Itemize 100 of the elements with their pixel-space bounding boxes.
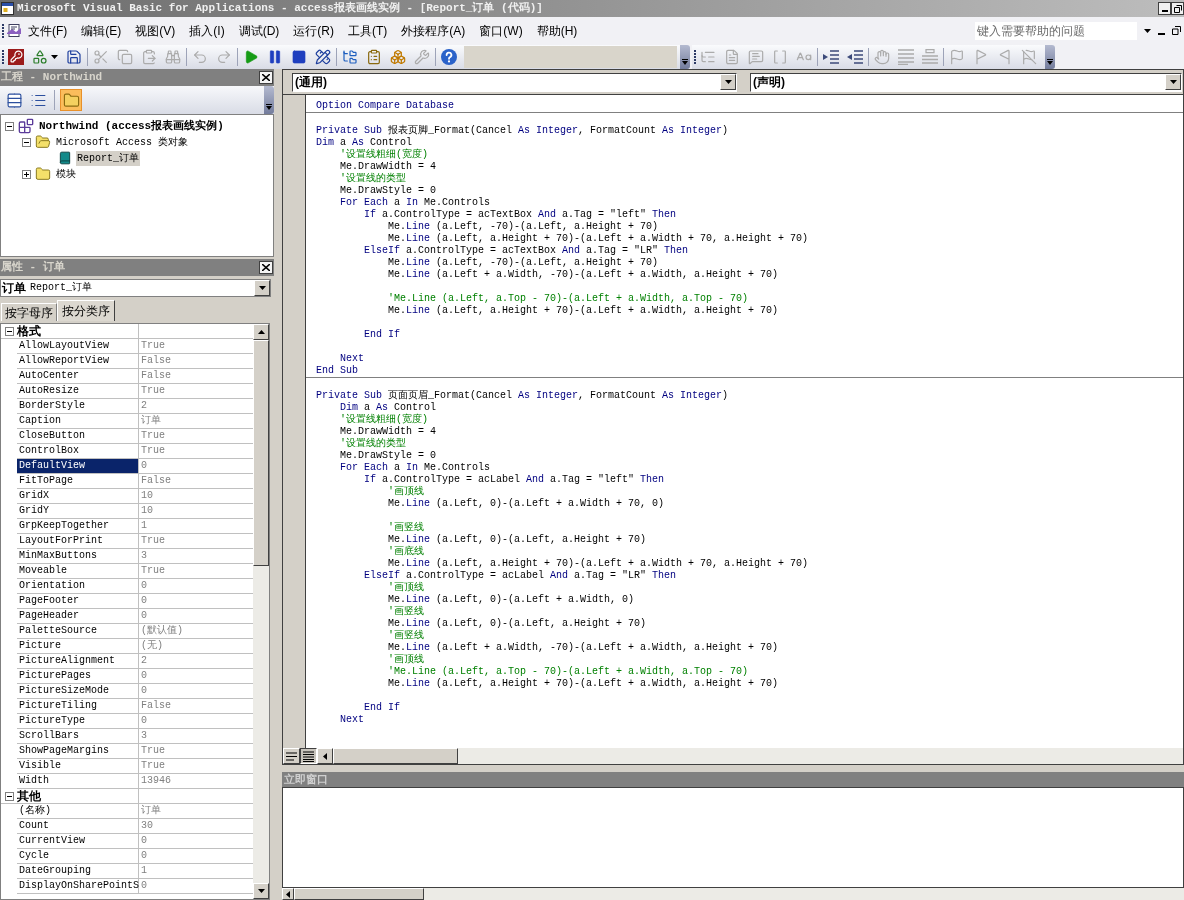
plus-box-icon[interactable]	[22, 169, 31, 179]
play-icon[interactable]	[243, 48, 259, 65]
property-name[interactable]: CurrentView	[17, 834, 139, 849]
object-dropdown[interactable]: 订单 Report_订单	[0, 278, 271, 297]
tree-item[interactable]: Report_订单	[76, 150, 140, 166]
menu-item[interactable]: 调试(D)	[231, 20, 287, 41]
folder-tree-icon[interactable]	[342, 48, 358, 65]
property-name[interactable]: ShowPageMargins	[17, 744, 139, 759]
property-name[interactable]: AutoResize	[17, 384, 139, 399]
tab[interactable]: 按字母序	[1, 303, 57, 321]
procedure-dropdown[interactable]: (声明)	[750, 72, 1182, 92]
scrollbar-thumb[interactable]	[333, 748, 458, 764]
minus-box-icon[interactable]	[4, 326, 14, 336]
procedure-view-button[interactable]	[283, 748, 300, 764]
scroll-left-button[interactable]	[282, 888, 294, 900]
scrollbar-thumb[interactable]	[294, 888, 424, 900]
key-icon[interactable]	[8, 48, 24, 65]
scroll-up-button[interactable]	[253, 324, 269, 340]
toolbar-options-button[interactable]	[680, 44, 690, 69]
shapes-icon[interactable]	[32, 48, 48, 65]
property-name[interactable]: GridY	[17, 504, 139, 519]
indent-icon[interactable]	[823, 48, 839, 65]
stop-icon[interactable]	[291, 48, 307, 65]
menu-item[interactable]: 外接程序(A)	[394, 20, 473, 41]
property-name[interactable]: PicturePages	[17, 669, 139, 684]
menu-item[interactable]: 插入(I)	[182, 20, 232, 41]
property-name[interactable]: Visible	[17, 759, 139, 774]
scrollbar-thumb[interactable]	[253, 340, 269, 566]
tree-item[interactable]: Microsoft Access 类对象	[55, 134, 190, 150]
property-name[interactable]: CloseButton	[17, 429, 139, 444]
property-name[interactable]: PictureType	[17, 714, 139, 729]
scroll-down-button[interactable]	[253, 883, 269, 899]
property-name[interactable]: LayoutForPrint	[17, 534, 139, 549]
restore-button[interactable]	[1171, 2, 1184, 15]
dropdown-button[interactable]	[720, 74, 736, 90]
help-search-field[interactable]: 键入需要帮助的问题	[975, 21, 1137, 40]
minimize-icon[interactable]	[1158, 32, 1165, 35]
object-dropdown[interactable]: (通用)	[292, 72, 737, 92]
minimize-button[interactable]	[1158, 2, 1171, 15]
tab[interactable]: 按分类序	[57, 300, 115, 321]
folder-icon[interactable]	[60, 89, 82, 111]
minus-box-icon[interactable]	[4, 791, 14, 801]
toolbar-options-button[interactable]	[1045, 44, 1055, 69]
property-name[interactable]: PictureSizeMode	[17, 684, 139, 699]
close-button[interactable]	[259, 261, 273, 274]
module-view-button[interactable]	[300, 748, 317, 764]
property-name[interactable]: DefaultView	[17, 459, 139, 474]
property-name[interactable]: GridX	[17, 489, 139, 504]
property-name[interactable]: PictureTiling	[17, 699, 139, 714]
property-name[interactable]: PictureAlignment	[17, 654, 139, 669]
property-name[interactable]: DisplayOnSharePointS	[17, 879, 139, 894]
menu-item[interactable]: 帮助(H)	[529, 20, 585, 41]
property-name[interactable]: ScrollBars	[17, 729, 139, 744]
tree-item[interactable]: Northwind (access报表画线实例)	[38, 118, 225, 134]
boxes-icon[interactable]	[390, 48, 406, 65]
property-name[interactable]: DateGrouping	[17, 864, 139, 879]
pause-icon[interactable]	[267, 48, 283, 65]
property-name[interactable]: BorderStyle	[17, 399, 139, 414]
close-button[interactable]	[259, 71, 273, 84]
category-label[interactable]: 其他	[17, 789, 139, 804]
property-name[interactable]: PageFooter	[17, 594, 139, 609]
outdent-icon[interactable]	[847, 48, 863, 65]
property-name[interactable]: AllowReportView	[17, 354, 139, 369]
pencil-ruler-icon[interactable]	[315, 48, 331, 65]
immediate-input[interactable]	[282, 787, 1184, 888]
property-name[interactable]: Caption	[17, 414, 139, 429]
property-name[interactable]: Orientation	[17, 579, 139, 594]
menu-item[interactable]: 运行(R)	[286, 20, 341, 41]
caret-icon[interactable]	[51, 54, 58, 59]
clipboard-list-icon[interactable]	[366, 48, 382, 65]
property-name[interactable]: PageHeader	[17, 609, 139, 624]
property-name[interactable]: FitToPage	[17, 474, 139, 489]
minus-box-icon[interactable]	[5, 121, 14, 131]
dropdown-button[interactable]	[1165, 74, 1181, 90]
caret-icon[interactable]	[1144, 28, 1151, 33]
help-icon[interactable]	[441, 48, 457, 65]
menu-item[interactable]: 窗口(W)	[472, 20, 530, 41]
property-name[interactable]: AllowLayoutView	[17, 339, 139, 354]
minus-box-icon[interactable]	[22, 137, 31, 147]
property-name[interactable]: MinMaxButtons	[17, 549, 139, 564]
property-name[interactable]: Count	[17, 819, 139, 834]
restore-icon[interactable]	[1172, 26, 1181, 35]
property-name[interactable]: AutoCenter	[17, 369, 139, 384]
property-name[interactable]: (名称)	[17, 804, 139, 819]
property-name[interactable]: Picture	[17, 639, 139, 654]
property-name[interactable]: GrpKeepTogether	[17, 519, 139, 534]
property-name[interactable]: Moveable	[17, 564, 139, 579]
save-icon[interactable]	[66, 48, 82, 65]
menu-item[interactable]: 文件(F)	[21, 20, 75, 41]
property-name[interactable]: Cycle	[17, 849, 139, 864]
category-label[interactable]: 格式	[17, 324, 139, 339]
dropdown-button[interactable]	[254, 279, 270, 296]
tree-item[interactable]: 模块	[55, 166, 77, 182]
property-name[interactable]: Width	[17, 774, 139, 789]
property-name[interactable]: PaletteSource	[17, 624, 139, 639]
menu-item[interactable]: 编辑(E)	[74, 20, 129, 41]
menu-item[interactable]: 视图(V)	[128, 20, 183, 41]
toolbar-options-button[interactable]	[264, 86, 274, 114]
scroll-left-button[interactable]	[317, 748, 333, 764]
menu-item[interactable]: 工具(T)	[341, 20, 395, 41]
